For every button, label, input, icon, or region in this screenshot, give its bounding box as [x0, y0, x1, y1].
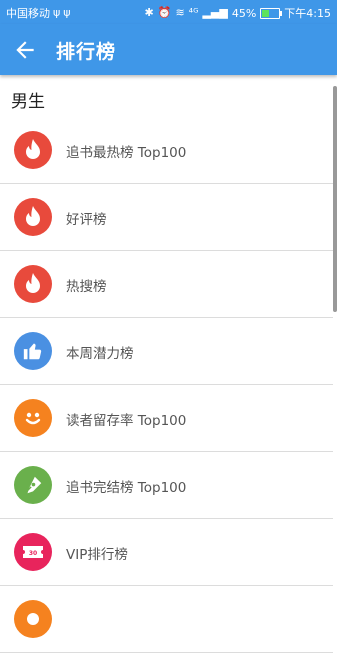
network-type-icon: ⁴ᴳ: [188, 6, 199, 19]
ranking-list-item[interactable]: 追书完结榜 Top100: [0, 452, 333, 519]
scrollbar[interactable]: [333, 86, 337, 312]
section-title: 男生: [11, 92, 45, 112]
thumbs-up-icon: [14, 332, 52, 370]
usb-icon: ψ: [53, 6, 61, 19]
battery-percent: 45%: [231, 6, 257, 20]
status-bar: 中国移动 ψ ψ ✱ ⏰ ≋ ⁴ᴳ ▂▄▆ 45% 下午4:15: [0, 0, 337, 24]
flame-icon: [14, 198, 52, 236]
ranking-item-label: 好评榜: [66, 212, 107, 228]
pen-icon: [14, 466, 52, 504]
ranking-list-item[interactable]: 好评榜: [0, 184, 333, 251]
ranking-item-label: 追书最热榜 Top100: [66, 145, 187, 161]
ranking-list-item[interactable]: 热搜榜: [0, 251, 333, 318]
ranking-list-item[interactable]: 30 VIP排行榜: [0, 519, 333, 586]
ranking-item-label: 读者留存率 Top100: [66, 413, 187, 429]
battery-icon: [260, 8, 283, 19]
svg-text:30: 30: [29, 550, 37, 557]
ranking-list-item[interactable]: [0, 586, 333, 653]
ranking-list-item[interactable]: 读者留存率 Top100: [0, 385, 333, 452]
app-bar: 排行榜: [0, 24, 337, 75]
flame-icon: [14, 265, 52, 303]
ranking-list: 追书最热榜 Top100 好评榜热搜榜本周潜力榜读者留存率 Top100 追书完结榜…: [0, 117, 333, 653]
flame-icon: [14, 131, 52, 169]
ranking-list-item[interactable]: 追书最热榜 Top100: [0, 117, 333, 184]
clock: 下午4:15: [284, 7, 331, 20]
back-arrow-icon[interactable]: [12, 37, 38, 63]
ranking-item-label: VIP排行榜: [66, 547, 128, 563]
ranking-list-item[interactable]: 本周潜力榜: [0, 318, 333, 385]
carrier-label: 中国移动: [6, 7, 50, 20]
ranking-item-label: 热搜榜: [66, 279, 107, 295]
ranking-item-label: 追书完结榜 Top100: [66, 480, 187, 496]
usb-debug-icon: ψ: [63, 6, 71, 19]
ticket-icon: 30: [14, 533, 52, 571]
ranking-item-label: 本周潜力榜: [66, 346, 134, 362]
wifi-icon: ≋: [175, 6, 185, 19]
badge-icon: [14, 600, 52, 638]
page-title: 排行榜: [56, 41, 117, 63]
smiley-icon: [14, 399, 52, 437]
signal-icon: ▂▄▆: [202, 6, 228, 19]
alarm-icon: ⏰: [157, 6, 172, 19]
bluetooth-icon: ✱: [144, 6, 154, 19]
